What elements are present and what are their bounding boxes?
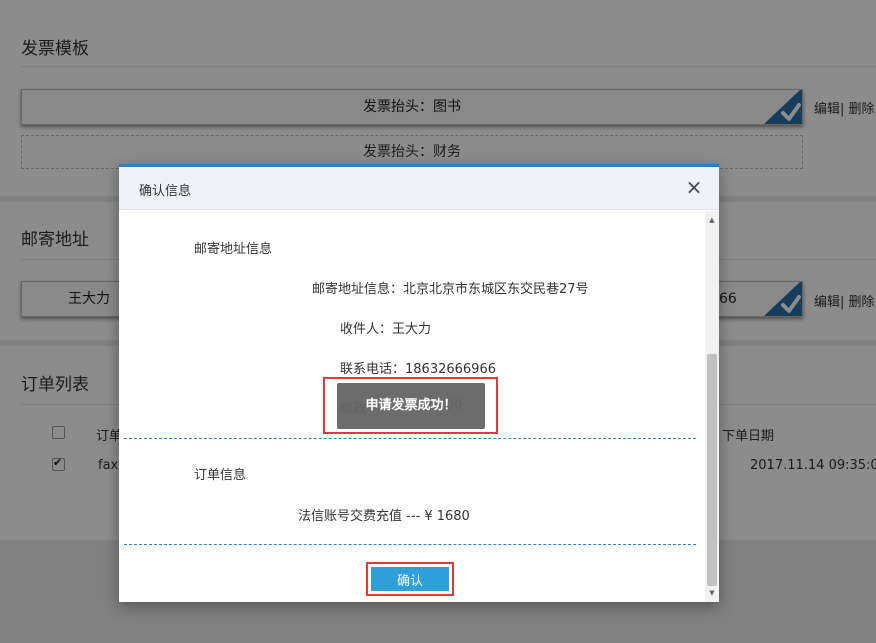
section-separator xyxy=(124,544,696,545)
dialog-title: 确认信息 xyxy=(139,184,192,199)
arrow-up-icon[interactable]: ▲ xyxy=(705,213,719,227)
order-line: 法信账号交费充值 --- ¥ 1680 xyxy=(298,509,470,524)
confirm-button[interactable]: 确认 xyxy=(371,567,449,591)
address-info-heading: 邮寄地址信息 xyxy=(194,242,273,257)
section-separator xyxy=(124,438,696,439)
success-toast: 申请发票成功！ xyxy=(337,383,485,429)
dialog-scrollbar[interactable]: ▲ ▼ xyxy=(705,211,719,602)
toast-highlight: 申请发票成功！ xyxy=(323,377,498,434)
phone-row: 联系电话：18632666966 xyxy=(340,362,496,377)
dialog-header: 确认信息 × xyxy=(119,167,719,210)
confirm-highlight: 确认 xyxy=(366,562,454,596)
order-info-heading: 订单信息 xyxy=(194,468,247,483)
arrow-down-icon[interactable]: ▼ xyxy=(705,586,719,600)
scroll-thumb[interactable] xyxy=(707,354,717,586)
address-info-row: 邮寄地址信息：北京北京市东城区东交民巷27号 xyxy=(312,282,589,297)
recipient-row: 收件人：王大力 xyxy=(340,322,432,337)
close-icon[interactable]: × xyxy=(683,175,705,199)
